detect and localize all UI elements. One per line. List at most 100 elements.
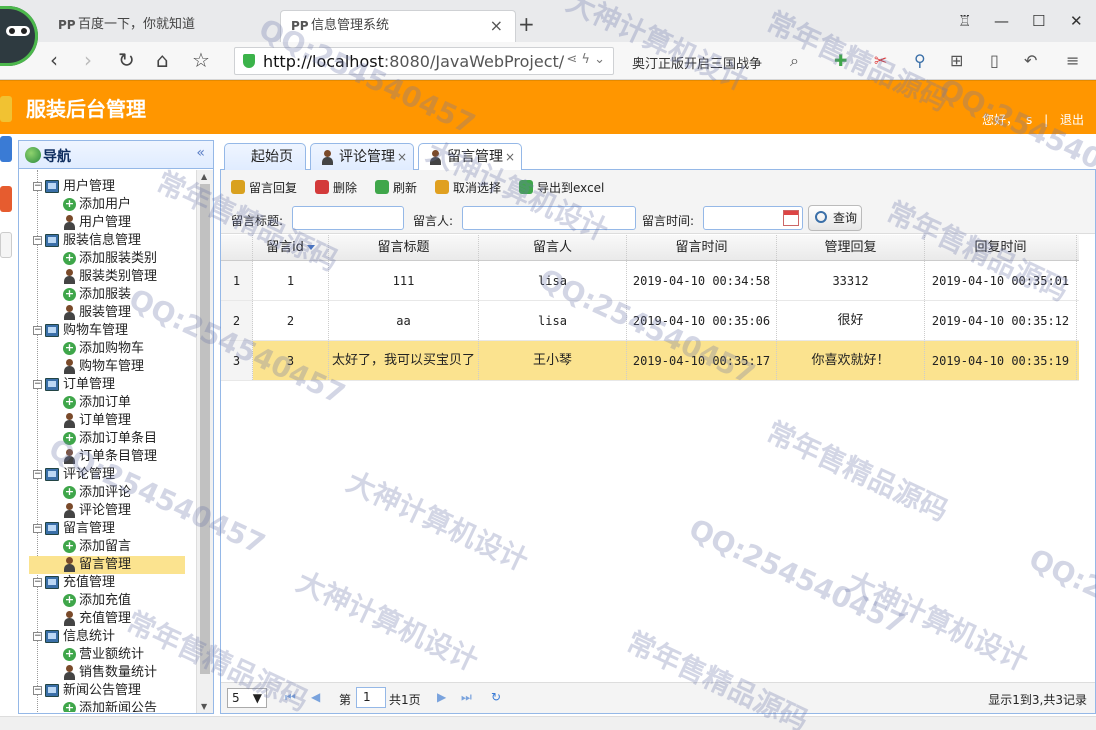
nav-scrollbar[interactable]: ▲ ▼ bbox=[196, 170, 213, 713]
collapse-toggle-icon[interactable]: − bbox=[33, 578, 42, 587]
reply-button[interactable]: 留言回复 bbox=[231, 179, 297, 196]
nav-item[interactable]: + 添加充值 bbox=[19, 592, 131, 610]
last-page-icon[interactable]: ⏭ bbox=[461, 690, 472, 705]
reload-icon[interactable]: ↻ bbox=[118, 48, 135, 72]
nav-item[interactable]: 销售数量统计 bbox=[19, 664, 157, 682]
nav-item[interactable]: 服装管理 bbox=[19, 304, 131, 322]
nav-item[interactable]: + 添加评论 bbox=[19, 484, 131, 502]
scroll-up-icon[interactable]: ▲ bbox=[201, 172, 207, 181]
nav-group[interactable]: − 信息统计 bbox=[19, 628, 115, 646]
column-header[interactable]: 留言标题 bbox=[329, 235, 479, 260]
collapse-toggle-icon[interactable]: − bbox=[33, 686, 42, 695]
nav-group[interactable]: − 留言管理 bbox=[19, 520, 115, 538]
new-tab-button[interactable]: + bbox=[518, 12, 535, 36]
query-button[interactable]: 查询 bbox=[808, 205, 862, 231]
shortcut-doc-icon[interactable] bbox=[0, 136, 12, 162]
prev-page-icon[interactable]: ◀ bbox=[311, 690, 320, 704]
nav-item[interactable]: 留言管理 bbox=[29, 556, 185, 574]
nav-item[interactable]: + 添加服装类别 bbox=[19, 250, 157, 268]
collapse-toggle-icon[interactable]: − bbox=[33, 182, 42, 191]
page-number-input[interactable]: 1 bbox=[356, 687, 386, 708]
nav-item[interactable]: 服装类别管理 bbox=[19, 268, 157, 286]
column-header[interactable]: 留言时间 bbox=[627, 235, 777, 260]
collapse-toggle-icon[interactable]: − bbox=[33, 632, 42, 641]
person-input[interactable] bbox=[462, 206, 636, 230]
nav-item[interactable]: 订单管理 bbox=[19, 412, 131, 430]
nav-item[interactable]: 订单条目管理 bbox=[19, 448, 157, 466]
nav-group[interactable]: − 充值管理 bbox=[19, 574, 115, 592]
refresh-button[interactable]: 刷新 bbox=[375, 179, 417, 196]
menu-icon[interactable]: ≡ bbox=[1066, 51, 1079, 70]
nav-group[interactable]: − 用户管理 bbox=[19, 178, 115, 196]
nav-group[interactable]: − 订单管理 bbox=[19, 376, 115, 394]
deselect-button[interactable]: 取消选择 bbox=[435, 179, 501, 196]
extension-icon[interactable]: ✚ bbox=[834, 51, 847, 70]
scroll-down-icon[interactable]: ▼ bbox=[201, 702, 207, 711]
close-tab-icon[interactable]: × bbox=[490, 11, 503, 41]
time-input[interactable] bbox=[703, 206, 803, 230]
scroll-thumb[interactable] bbox=[200, 184, 210, 674]
undo-icon[interactable]: ↶ bbox=[1024, 51, 1037, 70]
magnifier-icon[interactable]: ⚲ bbox=[914, 51, 926, 70]
nav-item[interactable]: + 添加用户 bbox=[19, 196, 131, 214]
shirt-icon[interactable]: ♖ bbox=[958, 12, 971, 30]
star-icon[interactable]: ☆ bbox=[192, 48, 210, 72]
nav-item[interactable]: + 添加订单条目 bbox=[19, 430, 157, 448]
search-suggestion[interactable]: 奥汀正版开启三国战争 bbox=[632, 53, 762, 72]
nav-item[interactable]: 评论管理 bbox=[19, 502, 131, 520]
search-icon[interactable]: ⌕ bbox=[790, 51, 799, 71]
collapse-toggle-icon[interactable]: − bbox=[33, 326, 42, 335]
maximize-button[interactable]: ☐ bbox=[1032, 12, 1045, 30]
title-input[interactable] bbox=[292, 206, 404, 230]
collapse-toggle-icon[interactable]: − bbox=[33, 524, 42, 533]
nav-group[interactable]: − 新闻公告管理 bbox=[19, 682, 141, 700]
nav-item[interactable]: + 添加服装 bbox=[19, 286, 131, 304]
nav-item[interactable]: 用户管理 bbox=[19, 214, 131, 232]
nav-item[interactable]: + 添加购物车 bbox=[19, 340, 144, 358]
calendar-icon[interactable] bbox=[783, 210, 799, 226]
next-page-icon[interactable]: ▶ bbox=[437, 690, 446, 704]
nav-item[interactable]: + 营业额统计 bbox=[19, 646, 144, 664]
shortcut-app-icon[interactable] bbox=[0, 232, 12, 258]
home-icon[interactable]: ⌂ bbox=[156, 48, 169, 72]
nav-item[interactable]: + 添加新闻公告 bbox=[19, 700, 157, 712]
shortcut-star-icon[interactable] bbox=[0, 96, 12, 122]
page-size-select[interactable]: 5 ▼ bbox=[227, 688, 267, 708]
table-row[interactable]: 1 1 111 lisa 2019-04-10 00:34:58 33312 2019-04… bbox=[221, 261, 1079, 301]
address-bar[interactable]: http://localhost:8080/JavaWebProject/ ⋖ … bbox=[234, 47, 614, 75]
column-header[interactable]: 留言id bbox=[253, 235, 329, 260]
browser-tab-active[interactable]: PP 信息管理系统 × bbox=[280, 10, 516, 42]
table-row[interactable]: 2 2 aa lisa 2019-04-10 00:35:06 很好 2019-04-10 … bbox=[221, 301, 1079, 341]
column-header[interactable]: 留言人 bbox=[479, 235, 627, 260]
scissors-icon[interactable]: ✂ bbox=[874, 51, 887, 70]
collapse-icon[interactable]: « bbox=[196, 145, 205, 161]
tab-home[interactable]: 起始页 bbox=[224, 143, 306, 170]
browser-tab-baidu[interactable]: PP 百度一下，你就知道 bbox=[48, 10, 280, 42]
column-header[interactable]: 回复时间 bbox=[925, 235, 1077, 260]
nav-item[interactable]: + 添加订单 bbox=[19, 394, 131, 412]
reload-icon[interactable]: ↻ bbox=[491, 690, 501, 704]
nav-item[interactable]: + 添加留言 bbox=[19, 538, 131, 556]
apps-icon[interactable]: ⊞ bbox=[950, 51, 963, 70]
collapse-toggle-icon[interactable]: − bbox=[33, 380, 42, 389]
nav-group[interactable]: − 评论管理 bbox=[19, 466, 115, 484]
close-window-button[interactable]: ✕ bbox=[1070, 12, 1083, 30]
tab-message-management[interactable]: 留言管理 × bbox=[418, 143, 522, 171]
shortcut-s-icon[interactable] bbox=[0, 186, 12, 212]
table-row[interactable]: 3 3 太好了，我可以买宝贝了 王小琴 2019-04-10 00:35:17 你喜欢就好… bbox=[221, 341, 1079, 381]
close-tab-icon[interactable]: × bbox=[505, 144, 515, 170]
delete-button[interactable]: 删除 bbox=[315, 179, 357, 196]
phone-icon[interactable]: ▯ bbox=[990, 51, 999, 70]
tab-review-management[interactable]: 评论管理 × bbox=[310, 143, 414, 170]
close-tab-icon[interactable]: × bbox=[397, 144, 407, 170]
export-excel-button[interactable]: 导出到excel bbox=[519, 179, 604, 196]
back-icon[interactable]: ‹ bbox=[50, 48, 58, 72]
nav-group[interactable]: − 购物车管理 bbox=[19, 322, 128, 340]
collapse-toggle-icon[interactable]: − bbox=[33, 470, 42, 479]
nav-group[interactable]: − 服装信息管理 bbox=[19, 232, 141, 250]
collapse-toggle-icon[interactable]: − bbox=[33, 236, 42, 245]
first-page-icon[interactable]: ⏮ bbox=[285, 690, 296, 705]
logout-link[interactable]: 退出 bbox=[1060, 113, 1084, 127]
minimize-button[interactable]: — bbox=[994, 12, 1009, 30]
forward-icon[interactable]: › bbox=[84, 48, 92, 72]
